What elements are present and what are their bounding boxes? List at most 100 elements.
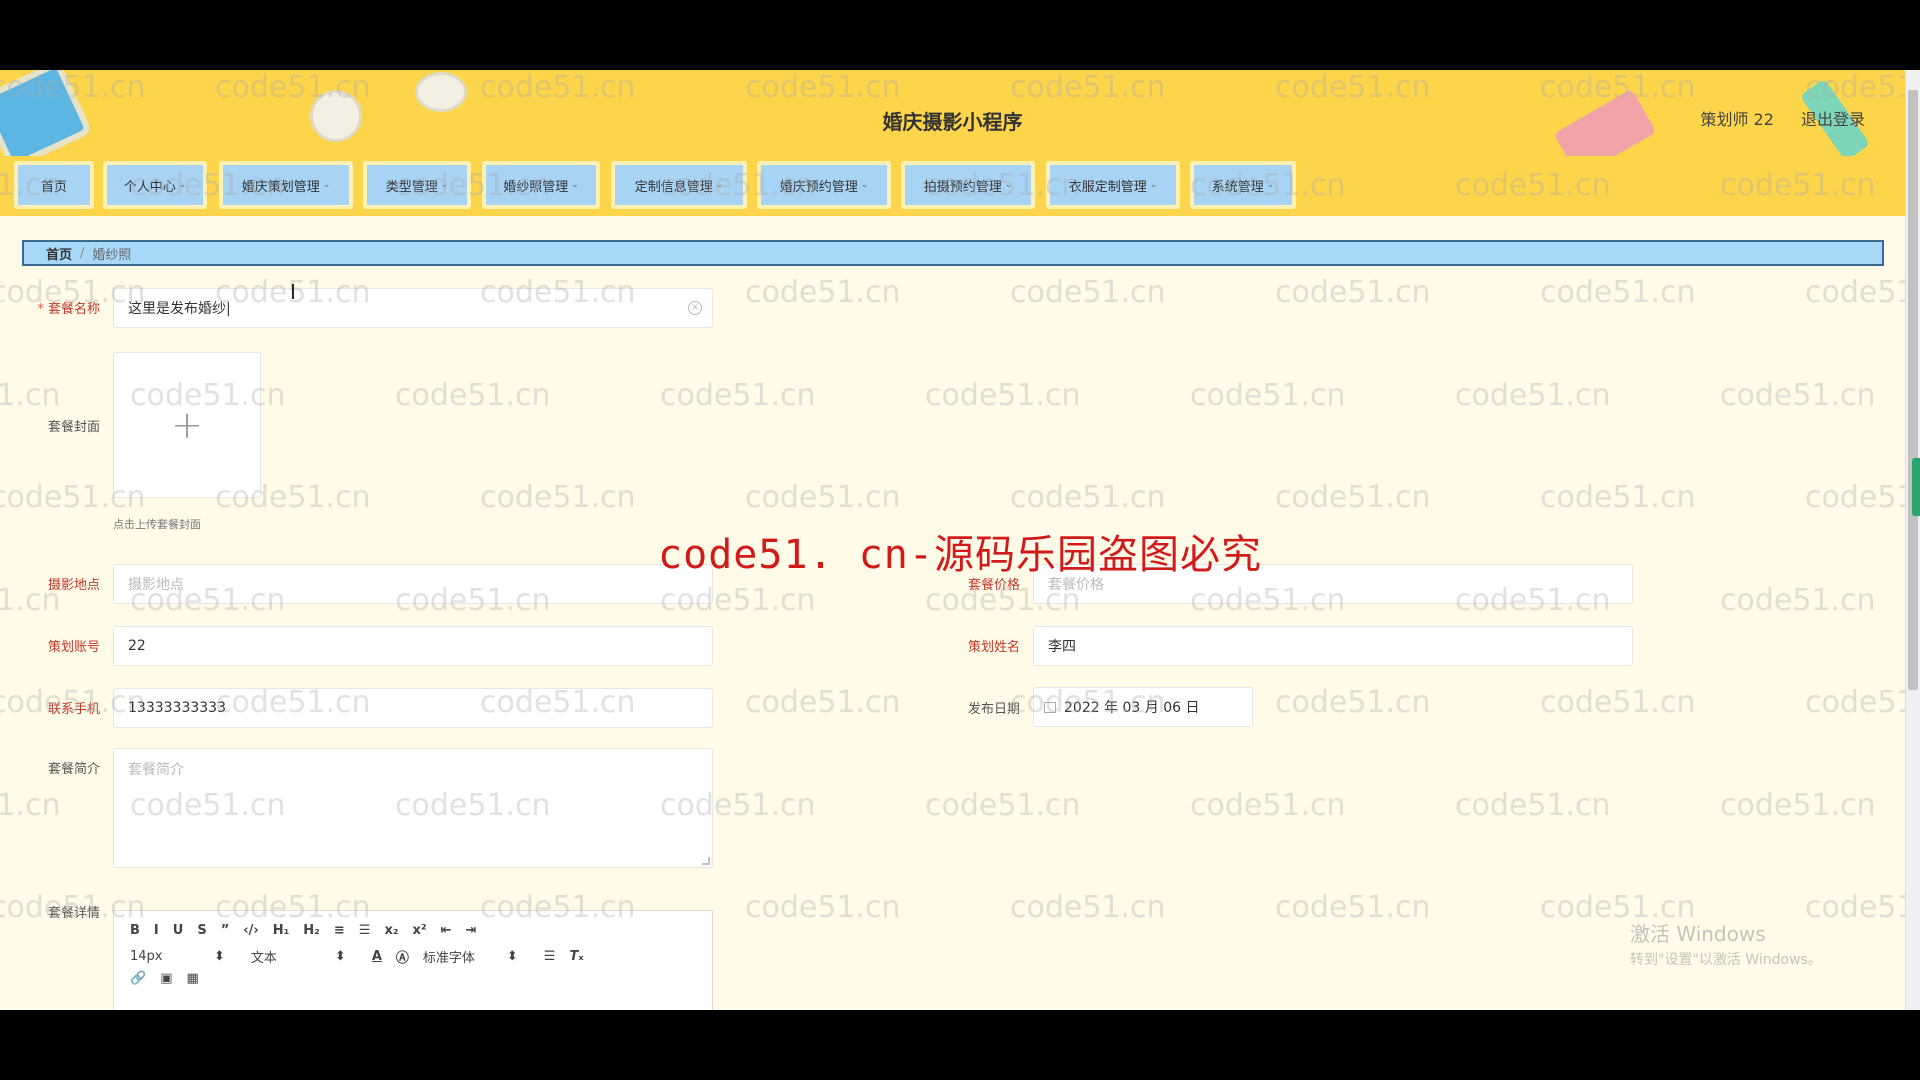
editor-toolbar-row: 14px ⬍ 文本 ⬍ A Ⓐ 标准字体 ⬍ ☰ Tₓ	[130, 947, 598, 966]
watermark-text: code51.cn	[0, 378, 61, 413]
italic-icon[interactable]: I	[154, 923, 159, 938]
indent-icon[interactable]: ⇥	[466, 923, 477, 938]
quote-icon[interactable]: ”	[221, 923, 230, 938]
nav-item-label: 定制信息管理	[634, 179, 713, 195]
rich-text-editor[interactable]: B I U S ” ‹/› H₁ H₂ ≡ ☰ x₂ x² ⇤ ⇥ 14px ⬍ 文本 ⬍ A Ⓐ 标准字…	[113, 910, 713, 1010]
watermark-text: code51.cn	[1275, 480, 1431, 515]
planner-account-input[interactable]: 22	[113, 626, 713, 666]
select-arrows-icon: ⬍	[214, 949, 225, 964]
select-arrows-icon: ⬍	[506, 949, 518, 964]
video-icon[interactable]: ▦	[186, 971, 198, 986]
page-scrollbar[interactable]	[1905, 70, 1920, 1010]
current-user: 策划师 22	[1700, 110, 1774, 129]
code-icon[interactable]: ‹/›	[243, 923, 258, 938]
background-color-icon[interactable]: Ⓐ	[396, 947, 409, 966]
nav-item[interactable]: 衣服定制管理 ⌄	[1046, 161, 1180, 209]
watermark-text: code51.cn	[1540, 275, 1696, 310]
align-icon[interactable]: ☰	[544, 949, 556, 964]
nav-item[interactable]: 婚庆策划管理 ⌄	[219, 161, 353, 209]
detail-label: 套餐详情	[47, 906, 100, 921]
font-family-select[interactable]: 标准字体	[423, 947, 493, 966]
watermark-text: code51.cn	[1275, 890, 1431, 925]
planner-account-label: 策划账号	[47, 640, 100, 655]
watermark-text: code51.cn	[1720, 788, 1876, 823]
ordered-list-icon[interactable]: ≡	[334, 923, 345, 938]
h2-icon[interactable]: H₂	[303, 923, 320, 938]
outdent-icon[interactable]: ⇤	[441, 923, 452, 938]
superscript-icon[interactable]: x²	[413, 923, 427, 938]
watermark-text: code51.cn	[1275, 275, 1431, 310]
font-color-icon[interactable]: A	[372, 949, 382, 964]
nav-item-label: 拍摄预约管理	[923, 179, 1002, 195]
nav-item-label: 系统管理	[1211, 179, 1264, 195]
nav-item[interactable]: 系统管理 ⌄	[1190, 161, 1296, 209]
watermark-text: code51.cn	[1190, 378, 1346, 413]
copyright-banner: code51. cn-源码乐园盗图必究	[658, 532, 1262, 578]
chevron-down-icon: ⌄	[1149, 180, 1158, 190]
h1-icon[interactable]: H₁	[273, 923, 290, 938]
watermark-text: code51.cn	[1805, 890, 1920, 925]
watermark-text: code51.cn	[0, 788, 61, 823]
phone-input[interactable]: 13333333333	[113, 688, 713, 728]
main-nav: 首页 个人中心 ⌄ 婚庆策划管理 ⌄ 类型管理 ⌄ 婚纱照管理 ⌄ 定制信息管理 ⌄ 婚庆预约管理 ⌄ 拍…	[0, 156, 1905, 216]
calendar-icon	[1044, 701, 1056, 713]
strike-icon[interactable]: S	[197, 923, 206, 938]
intro-label: 套餐简介	[47, 762, 100, 777]
editor-toolbar-row: 🔗 ▣ ▦	[130, 971, 213, 986]
watermark-text: code51.cn	[1010, 890, 1166, 925]
link-icon[interactable]: 🔗	[130, 971, 146, 986]
watermark-text: code51.cn	[395, 378, 551, 413]
watermark-text: code51.cn	[1805, 685, 1920, 720]
side-widget-tab[interactable]	[1912, 458, 1920, 516]
package-name-label: * 套餐名称	[37, 302, 100, 317]
breadcrumb-separator: /	[80, 245, 85, 261]
scrollbar-thumb[interactable]	[1908, 90, 1918, 690]
user-area: 策划师 22 退出登录	[1678, 106, 1865, 130]
chevron-down-icon: ⌄	[1266, 180, 1275, 190]
breadcrumb-current: 婚纱照	[92, 247, 132, 263]
app-title: 婚庆摄影小程序	[882, 110, 1023, 134]
bullet-list-icon[interactable]: ☰	[359, 923, 371, 938]
text-type-select[interactable]: 文本	[251, 947, 321, 966]
nav-item-label: 婚纱照管理	[503, 179, 569, 195]
resize-handle-icon[interactable]	[702, 857, 710, 865]
nav-item[interactable]: 定制信息管理 ⌄	[611, 161, 747, 209]
windows-activation-notice: 激活 Windows 转到"设置"以激活 Windows。	[1630, 922, 1822, 968]
nav-item[interactable]: 首页	[14, 161, 94, 209]
chevron-down-icon: ⌄	[322, 180, 331, 190]
planner-name-label: 策划姓名	[967, 640, 1020, 655]
nav-item-label: 衣服定制管理	[1068, 179, 1147, 195]
clear-format-icon[interactable]: Tₓ	[569, 949, 583, 964]
cover-upload-button[interactable]: +	[113, 352, 261, 498]
clear-icon[interactable]: ✕	[688, 301, 702, 315]
watermark-text: code51.cn	[1805, 480, 1920, 515]
intro-textarea[interactable]: 套餐简介	[113, 748, 713, 868]
package-name-input[interactable]: 这里是发布婚纱| ✕	[113, 288, 713, 328]
logout-link[interactable]: 退出登录	[1801, 110, 1865, 129]
watermark-text: code51.cn	[1010, 480, 1166, 515]
nav-item[interactable]: 类型管理 ⌄	[363, 161, 471, 209]
nav-item[interactable]: 拍摄预约管理 ⌄	[901, 161, 1035, 209]
watermark-text: code51.cn	[1275, 685, 1431, 720]
subscript-icon[interactable]: x₂	[384, 923, 398, 938]
breadcrumb-home[interactable]: 首页	[46, 244, 72, 263]
watermark-text: code51.cn	[1455, 788, 1611, 823]
watermark-text: code51.cn	[1720, 378, 1876, 413]
breadcrumb: 首页 / 婚纱照	[22, 240, 1884, 266]
nav-item[interactable]: 个人中心 ⌄	[103, 161, 207, 209]
underline-icon[interactable]: U	[173, 923, 184, 938]
text-cursor-icon: I	[290, 280, 296, 304]
bold-icon[interactable]: B	[130, 923, 140, 938]
chevron-down-icon: ⌄	[715, 180, 724, 190]
watermark-text: code51.cn	[1540, 685, 1696, 720]
editor-toolbar-row: B I U S ” ‹/› H₁ H₂ ≡ ☰ x₂ x² ⇤ ⇥	[130, 923, 490, 938]
publish-date-picker[interactable]: 2022 年 03 月 06 日	[1033, 687, 1253, 727]
image-icon[interactable]: ▣	[160, 971, 172, 986]
planner-name-input[interactable]: 李四	[1033, 626, 1633, 666]
font-size-select[interactable]: 14px	[130, 949, 200, 964]
watermark-text: code51.cn	[1540, 480, 1696, 515]
watermark-text: code51.cn	[1455, 378, 1611, 413]
nav-item[interactable]: 婚庆预约管理 ⌄	[757, 161, 891, 209]
plus-icon: +	[171, 403, 203, 447]
nav-item[interactable]: 婚纱照管理 ⌄	[482, 161, 600, 209]
